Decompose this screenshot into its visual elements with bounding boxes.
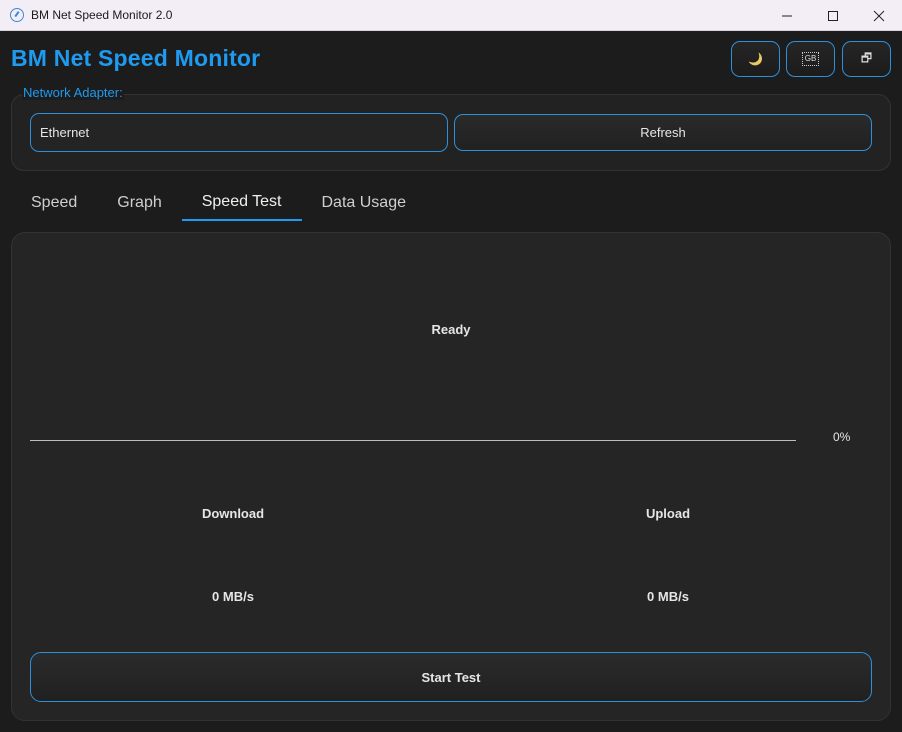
tab-data-usage[interactable]: Data Usage xyxy=(302,184,427,221)
upload-label: Upload xyxy=(645,506,691,521)
tab-bar: Speed Graph Speed Test Data Usage xyxy=(11,184,426,222)
window-title: BM Net Speed Monitor 2.0 xyxy=(31,8,173,22)
start-test-button[interactable]: Start Test xyxy=(30,652,872,702)
restore-window-icon: 🗗 xyxy=(860,50,873,65)
window-titlebar: BM Net Speed Monitor 2.0 xyxy=(0,0,902,31)
close-icon xyxy=(873,10,885,21)
close-button[interactable] xyxy=(856,0,902,31)
refresh-button[interactable]: Refresh xyxy=(454,114,872,151)
speedometer-icon xyxy=(10,8,24,22)
test-status: Ready xyxy=(431,322,471,337)
app-title: BM Net Speed Monitor xyxy=(11,45,261,71)
download-value: 0 MB/s xyxy=(212,589,254,604)
compact-mode-button[interactable]: 🗗 xyxy=(842,41,891,77)
tab-speed-test[interactable]: Speed Test xyxy=(181,184,302,221)
adapter-label: Network Adapter: xyxy=(22,85,124,100)
maximize-icon xyxy=(828,10,838,21)
download-label: Download xyxy=(201,506,265,521)
tab-speed[interactable]: Speed xyxy=(11,184,97,221)
test-progress-bar xyxy=(30,440,796,441)
upload-value: 0 MB/s xyxy=(647,589,689,604)
theme-toggle-button[interactable]: 🌙 xyxy=(731,41,780,77)
maximize-button[interactable] xyxy=(810,0,856,31)
moon-icon: 🌙 xyxy=(748,52,763,66)
window-controls xyxy=(764,0,902,30)
tab-graph[interactable]: Graph xyxy=(97,184,181,221)
adapter-dropdown[interactable]: Ethernet xyxy=(30,113,448,152)
unit-toggle-button[interactable]: GB xyxy=(786,41,835,77)
speed-test-panel xyxy=(11,232,891,721)
test-progress-label: 0% xyxy=(833,430,851,444)
minimize-button[interactable] xyxy=(764,0,810,31)
minimize-icon xyxy=(782,15,792,16)
unit-label: GB xyxy=(801,52,820,66)
